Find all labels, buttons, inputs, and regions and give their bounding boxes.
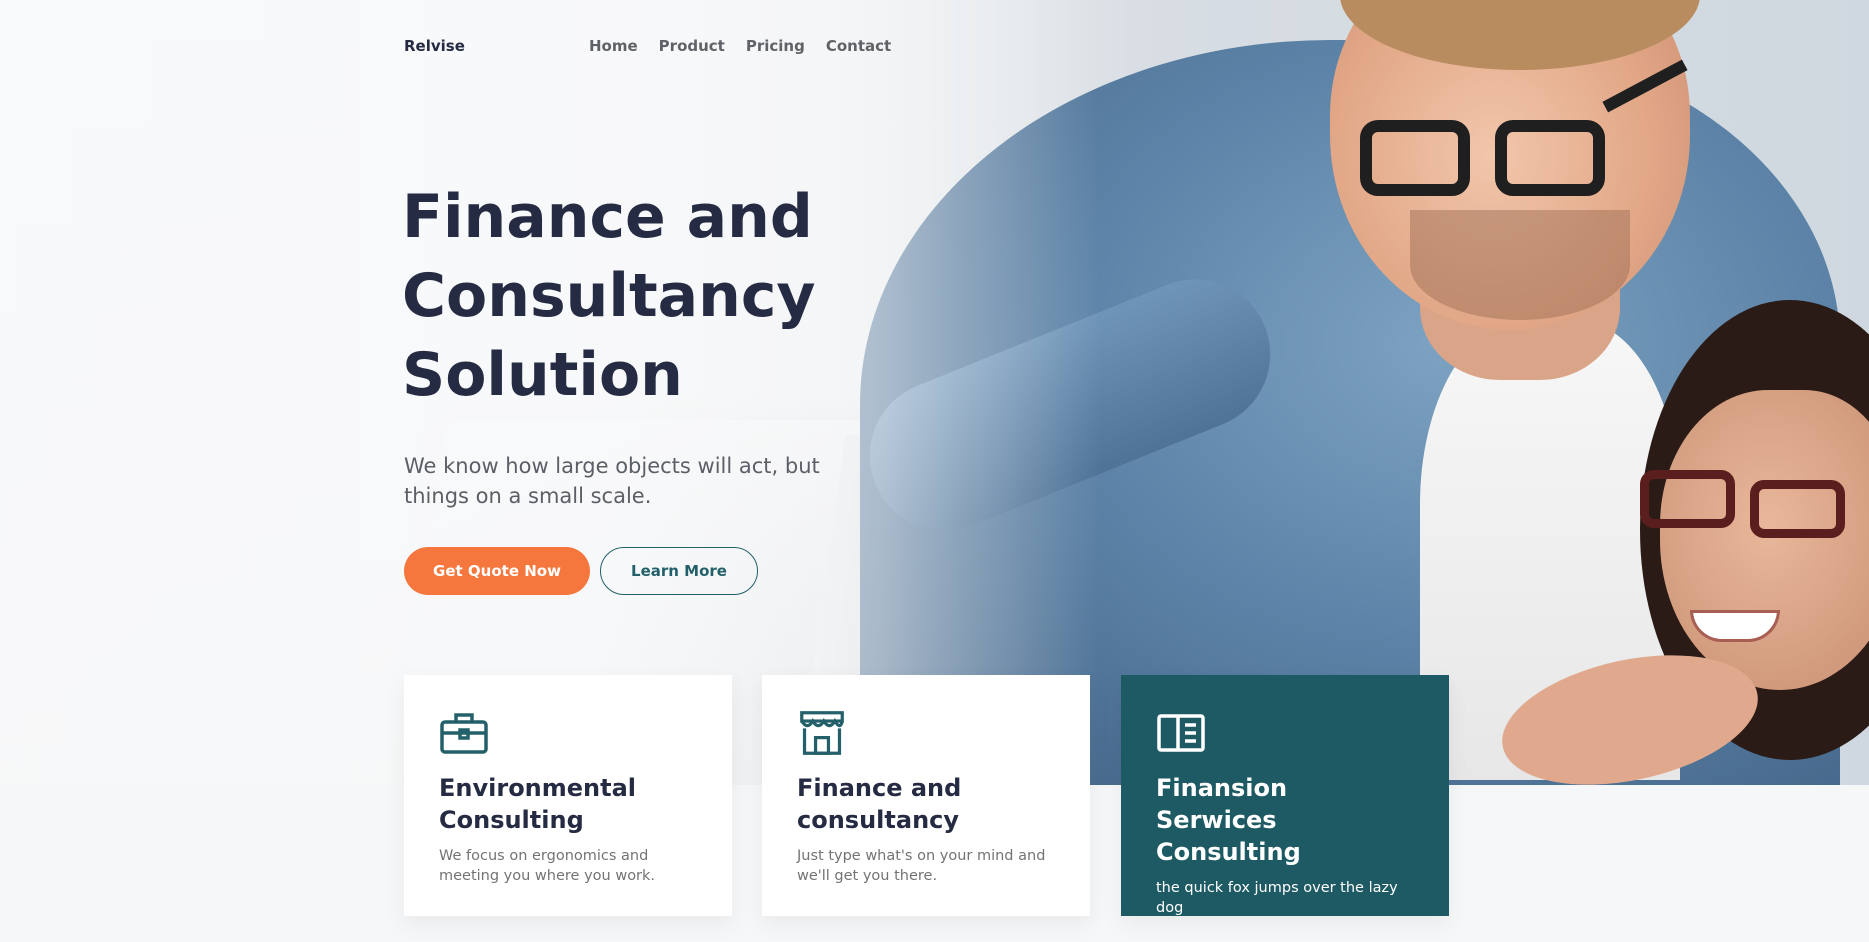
book-open-icon <box>1157 714 1205 752</box>
card-text: the quick fox jumps over the lazy dog <box>1156 880 1398 916</box>
card-title: Environmental Consulting <box>439 774 637 834</box>
learn-more-button[interactable]: Learn More <box>600 547 758 595</box>
feature-card-environmental[interactable]: Environmental Consulting We focus on erg… <box>404 675 732 916</box>
card-text: We focus on ergonomics and meeting you w… <box>439 848 656 884</box>
card-title: Finansion Serwices Consulting <box>1156 774 1301 866</box>
nav-item-contact[interactable]: Contact <box>826 37 891 55</box>
nav-item-product[interactable]: Product <box>659 37 725 55</box>
card-title: Finance and consultancy <box>797 774 962 834</box>
feature-card-finance[interactable]: Finance and consultancy Just type what's… <box>762 675 1090 916</box>
brand-logo[interactable]: Relvise <box>404 37 465 55</box>
nav-item-pricing[interactable]: Pricing <box>746 37 805 55</box>
feature-card-finansion[interactable]: Finansion Serwices Consulting the quick … <box>1121 675 1449 916</box>
nav-item-home[interactable]: Home <box>589 37 638 55</box>
hero-subtitle: We know how large objects will act, but … <box>404 454 820 508</box>
get-quote-button[interactable]: Get Quote Now <box>404 547 590 595</box>
card-text: Just type what's on your mind and we'll … <box>797 848 1046 884</box>
briefcase-icon <box>440 713 488 754</box>
storefront-icon <box>800 711 844 755</box>
main-nav: Home Product Pricing Contact <box>589 37 891 55</box>
hero-title: Finance and Consultancy Solution <box>402 182 816 410</box>
